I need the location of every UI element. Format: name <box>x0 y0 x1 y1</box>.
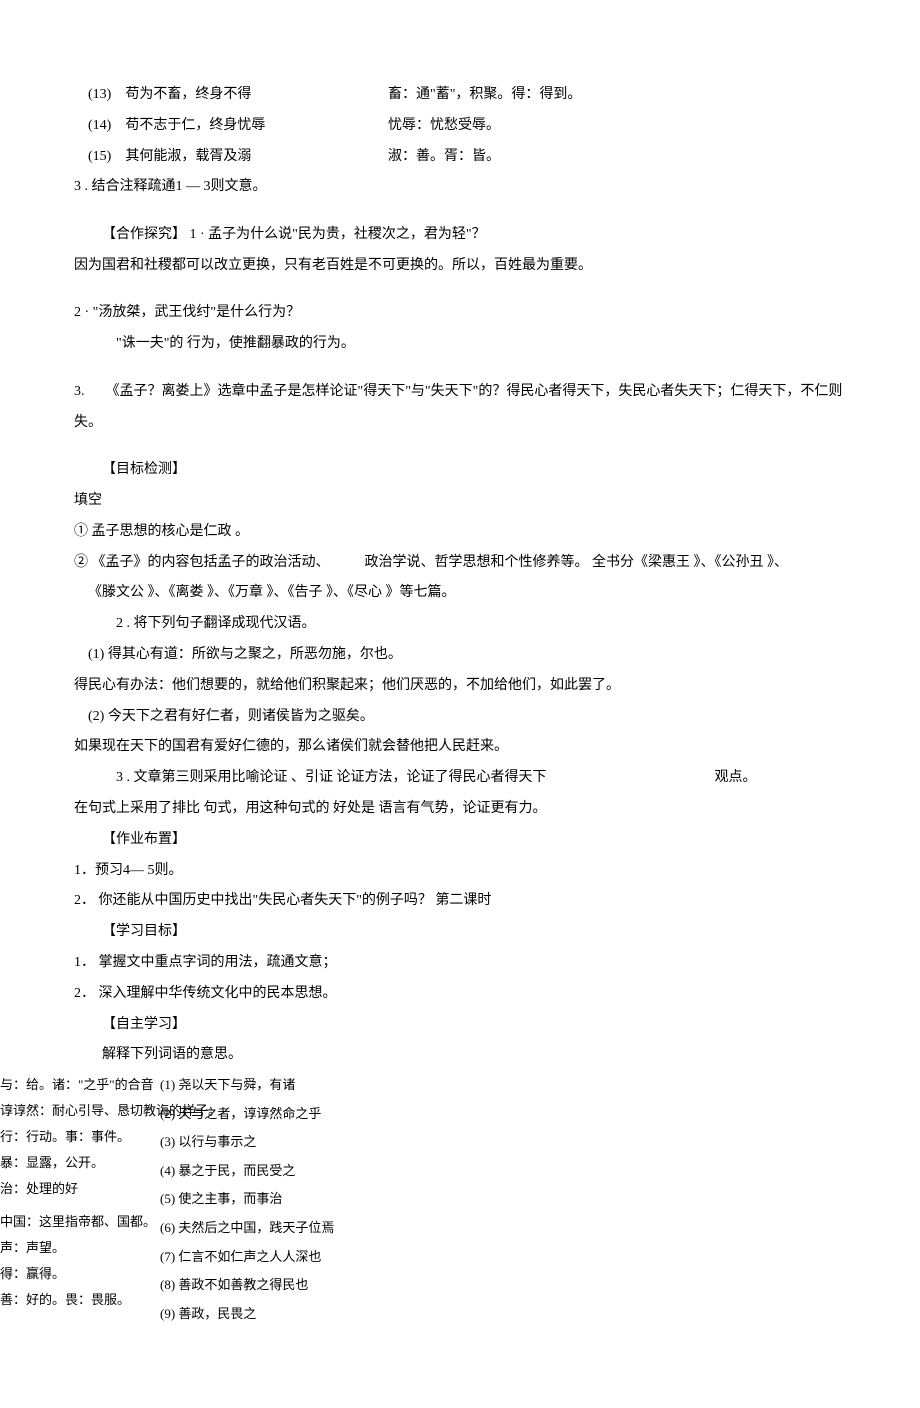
note-right-1: (1) 尧以天下与舜，有诸 <box>60 1071 860 1100</box>
homework-2: 2． 你还能从中国历史中找出"失民心者失天下"的例子吗？ 第二课时 <box>60 886 860 917</box>
note-right-8: (8) 善政不如善教之得民也 <box>60 1271 860 1300</box>
note-right-6: (6) 夫然后之中国，践天子位焉 <box>60 1214 860 1243</box>
task-3b: 在句式上采用了排比 句式，用这种句式的 好处是 语言有气势，论证更有力。 <box>60 794 860 825</box>
translate-1: (1) 得其心有道：所欲与之聚之，所恶勿施，尔也。 <box>60 640 860 671</box>
note-right-3: (3) 以行与事示之 <box>60 1128 860 1157</box>
task-3-method: 3 . 文章第三则采用比喻论证 、引证 论证方法，论证了得民心者得天下观点。 <box>60 763 860 794</box>
fill-title: 填空 <box>60 486 860 517</box>
translate-1-ans: 得民心有办法：他们想要的，就给他们积聚起来；他们厌恶的，不加给他们，如此罢了。 <box>60 671 860 702</box>
coop-inquiry-title: 【合作探究】 1 · 孟子为什么说"民为贵，社稷次之，君为轻"？ <box>60 220 860 251</box>
note-left-8: 得：赢得。 <box>0 1260 65 1289</box>
translate-2-ans: 如果现在天下的国君有爱好仁德的，那么诸侯们就会替他把人民赶来。 <box>60 732 860 763</box>
goal-check-title: 【目标检测】 <box>60 455 860 486</box>
fill-2a: ② 《孟子》的内容包括孟子的政治活动、 政治学说、哲学思想和个性修养等。 全书分… <box>60 548 860 579</box>
goal-2-2: 2． 深入理解中华传统文化中的民本思想。 <box>60 979 860 1010</box>
note-left-4: 暴：显露，公开。 <box>0 1149 104 1178</box>
homework-1: 1．预习4— 5则。 <box>60 856 860 887</box>
answer-2: "诛一夫"的 行为，使推翻暴政的行为。 <box>60 329 860 360</box>
note-left-6: 中国：这里指帝都、国都。 <box>0 1208 156 1237</box>
note-left-3: 行：行动。事：事件。 <box>0 1123 130 1152</box>
vocab-item-13: (13) 苟为不畜，终身不得 畜：通"蓄"，积聚。得：得到。 <box>60 80 860 111</box>
note-left-1: 与：给。诸："之乎"的合音 <box>0 1071 154 1100</box>
vocab-item-15: (15) 其何能淑，载胥及溺 淑：善。胥：皆。 <box>60 142 860 173</box>
question-3: 3. 《孟子？离娄上》选章中孟子是怎样论证"得天下"与"失天下"的？得民心者得天… <box>60 377 860 439</box>
translate-2: (2) 今天下之君有好仁者，则诸侯皆为之驱矣。 <box>60 702 860 733</box>
fill-1: ① 孟子思想的核心是仁政 。 <box>60 517 860 548</box>
note-left-9: 善：好的。畏：畏服。 <box>0 1286 130 1315</box>
translate-title: 2 . 将下列句子翻译成现代汉语。 <box>60 609 860 640</box>
fill-2c: 《滕文公 》、《离娄 》、《万章 》、《告子 》、《尽心 》等七篇。 <box>60 578 860 609</box>
note-right-4: (4) 暴之于民，而民受之 <box>60 1157 860 1186</box>
question-2: 2 · "汤放桀，武王伐纣"是什么行为？ <box>60 298 860 329</box>
note-left-5: 治：处理的好 <box>0 1175 78 1204</box>
note-right-5: (5) 使之主事，而事治 <box>60 1185 860 1214</box>
note-right-9: (9) 善政，民畏之 <box>60 1300 860 1329</box>
self-study-task: 解释下列词语的意思。 <box>60 1040 860 1071</box>
vocab-overlap-block: 与：给。诸："之乎"的合音 谆谆然：耐心引导、恳切教诲的样子。 行：行动。事：事… <box>60 1071 860 1328</box>
task-3: 3 . 结合注释疏通1 — 3则文意。 <box>60 172 860 203</box>
vocab-item-14: (14) 苟不志于仁，终身忧辱 忧辱：忧愁受辱。 <box>60 111 860 142</box>
note-left-7: 声：声望。 <box>0 1234 65 1263</box>
note-left-2: 谆谆然：耐心引导、恳切教诲的样子。 <box>0 1097 221 1126</box>
coop-answer-1: 因为国君和社稷都可以改立更换，只有老百姓是不可更换的。所以，百姓最为重要。 <box>60 251 860 282</box>
homework-title: 【作业布置】 <box>60 825 860 856</box>
goal-2-title: 【学习目标】 <box>60 917 860 948</box>
note-right-7: (7) 仁言不如仁声之人人深也 <box>60 1243 860 1272</box>
goal-2-1: 1． 掌握文中重点字词的用法，疏通文意； <box>60 948 860 979</box>
self-study-title: 【自主学习】 <box>60 1010 860 1041</box>
